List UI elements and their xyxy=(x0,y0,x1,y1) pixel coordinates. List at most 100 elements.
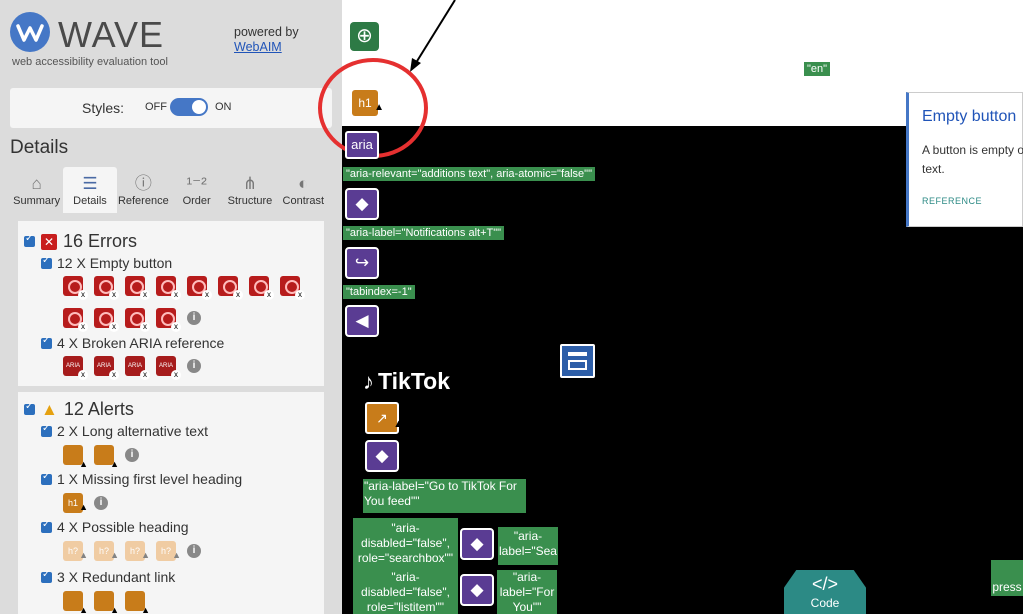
annotation-arrow-icon xyxy=(410,0,456,72)
styles-toggle-bar: Styles: OFF ON xyxy=(10,88,332,128)
styles-off-label: OFF xyxy=(145,101,167,113)
broken-aria-icon[interactable]: ARIA xyxy=(156,356,181,380)
empty-button-icon[interactable] xyxy=(280,276,305,300)
webaim-link[interactable]: WebAIM xyxy=(234,40,299,55)
empty-button-icon[interactable] xyxy=(125,276,150,300)
tab-label: Details xyxy=(73,195,107,207)
empty-button-icon[interactable] xyxy=(94,276,119,300)
possible-heading-icon[interactable]: h? xyxy=(94,541,119,565)
redundant-link-icon[interactable] xyxy=(94,591,119,614)
alert-missing-h1: 1 X Missing first level heading xyxy=(41,471,242,487)
styles-toggle[interactable] xyxy=(170,98,208,116)
possible-heading-checkbox[interactable] xyxy=(41,519,52,533)
missing-h1-icons: h1 i xyxy=(63,493,108,517)
missing-h1-icon[interactable]: h1 xyxy=(63,493,88,517)
empty-button-icon[interactable] xyxy=(125,308,150,332)
empty-button-checkbox[interactable] xyxy=(41,255,52,269)
tabindex-tag: "tabindex=-1" xyxy=(343,285,415,299)
broken-aria-icon[interactable]: ARIA xyxy=(125,356,150,380)
possible-heading-icons: h? h? h? h? i xyxy=(63,541,201,565)
alert-item-label: 4 X Possible heading xyxy=(57,519,189,535)
possible-heading-icon[interactable]: h? xyxy=(63,541,88,565)
aria-label-go-icon[interactable]: ◆ xyxy=(365,440,399,472)
error-x-icon: ✕ xyxy=(41,233,57,250)
alerts-heading-text: 12 Alerts xyxy=(63,399,134,419)
list-icon: ☰ xyxy=(82,174,98,193)
language-globe-icon[interactable]: ⊕ xyxy=(350,22,379,51)
empty-button-icon[interactable] xyxy=(63,308,88,332)
tooltip-body: A button is empty or has no value text. xyxy=(922,143,1023,176)
tab-reference[interactable]: ⓘ Reference xyxy=(117,167,170,213)
empty-button-icon[interactable] xyxy=(156,276,181,300)
tooltip-title: Empty button xyxy=(922,108,1017,125)
redundant-link-alert-icon[interactable]: ↗ xyxy=(365,402,404,438)
missing-h1-checkbox[interactable] xyxy=(41,471,52,485)
code-brackets-icon: </> xyxy=(811,574,839,594)
wave-logo-word: WAVE xyxy=(58,14,165,55)
for-you-aria-label-tag: "aria-label="For You"" xyxy=(497,570,557,614)
wave-logo[interactable]: WAVE web accessibility evaluation tool p… xyxy=(0,0,342,80)
tab-summary[interactable]: ⌂ Summary xyxy=(10,167,63,213)
searchbox-tag: "aria-disabled="false", role="searchbox"… xyxy=(353,518,458,570)
redundant-link-icon[interactable] xyxy=(63,591,88,614)
tab-label: Structure xyxy=(227,195,273,207)
code-toggle-button[interactable]: </> Code xyxy=(784,570,866,614)
aria-icon[interactable]: aria xyxy=(345,131,379,159)
info-icon[interactable]: i xyxy=(125,448,139,462)
broken-aria-icon[interactable]: ARIA xyxy=(63,356,88,380)
tab-bar: ⌂ Summary ☰ Details ⓘ Reference ¹⁻² Order ⋔ S… xyxy=(10,167,330,213)
info-icon[interactable]: i xyxy=(187,311,201,325)
powered-by: powered by WebAIM xyxy=(234,25,299,55)
alert-long-alt: 2 X Long alternative text xyxy=(41,423,208,439)
structure-region-icon[interactable] xyxy=(560,344,595,378)
redundant-link-icon[interactable] xyxy=(125,591,150,614)
tab-contrast[interactable]: ◐ Contrast xyxy=(277,167,330,213)
tiktok-logo[interactable]: ♪ TikTok xyxy=(363,368,450,395)
empty-button-icon[interactable] xyxy=(63,276,88,300)
wave-logo-subtitle: web accessibility evaluation tool xyxy=(12,56,168,68)
tab-label: Reference xyxy=(117,195,169,207)
tabindex-icon[interactable]: ↪ xyxy=(345,247,379,279)
tab-order[interactable]: ¹⁻² Order xyxy=(170,167,223,213)
info-icon[interactable]: i xyxy=(187,359,201,373)
empty-button-icon[interactable] xyxy=(156,308,181,332)
empty-button-icons-row1 xyxy=(63,276,305,300)
tooltip-reference-link[interactable]: REFERENCE xyxy=(922,196,982,206)
order-icon: ¹⁻² xyxy=(186,174,207,193)
alert-item-label: 3 X Redundant link xyxy=(57,569,176,585)
live-region-icon[interactable]: ◀ xyxy=(345,305,379,337)
listitem-tag: "aria-disabled="false", role="listitem"" xyxy=(353,570,458,614)
info-icon[interactable]: i xyxy=(187,544,201,558)
empty-button-icon[interactable] xyxy=(94,308,119,332)
errors-checkbox[interactable] xyxy=(24,233,35,247)
alerts-checkbox[interactable] xyxy=(24,401,35,415)
possible-heading-icon[interactable]: h? xyxy=(156,541,181,565)
long-alt-icon[interactable] xyxy=(94,445,119,469)
lang-tag: "en" xyxy=(804,62,831,76)
toggle-knob xyxy=(192,100,206,114)
long-alt-icons: i xyxy=(63,445,139,469)
info-icon[interactable]: i xyxy=(94,496,108,510)
empty-button-icon[interactable] xyxy=(187,276,212,300)
errors-panel: ✕ 16 Errors 12 X Empty button xyxy=(18,221,324,386)
broken-aria-checkbox[interactable] xyxy=(41,335,52,349)
press-tag: press xyxy=(991,560,1023,596)
info-icon: ⓘ xyxy=(134,174,152,193)
empty-button-icon[interactable] xyxy=(249,276,274,300)
redundant-link-checkbox[interactable] xyxy=(41,569,52,583)
wave-sidebar: WAVE web accessibility evaluation tool p… xyxy=(0,0,342,614)
listitem-aria-icon[interactable]: ◆ xyxy=(460,574,494,606)
powered-by-label: powered by xyxy=(234,25,299,39)
long-alt-icon[interactable] xyxy=(63,445,88,469)
long-alt-checkbox[interactable] xyxy=(41,423,52,437)
tab-structure[interactable]: ⋔ Structure xyxy=(223,167,276,213)
aria-label-notifications-tag: "aria-label="Notifications alt+T"" xyxy=(343,226,505,240)
aria-label-tag-icon[interactable]: ◆ xyxy=(345,188,379,220)
wave-logo-icon xyxy=(10,12,50,52)
possible-heading-icon[interactable]: h? xyxy=(125,541,150,565)
searchbox-aria-icon[interactable]: ◆ xyxy=(460,528,494,560)
empty-button-icon[interactable] xyxy=(218,276,243,300)
broken-aria-icon[interactable]: ARIA xyxy=(94,356,119,380)
tab-details[interactable]: ☰ Details xyxy=(63,167,117,213)
screen: WAVE web accessibility evaluation tool p… xyxy=(0,0,1023,614)
